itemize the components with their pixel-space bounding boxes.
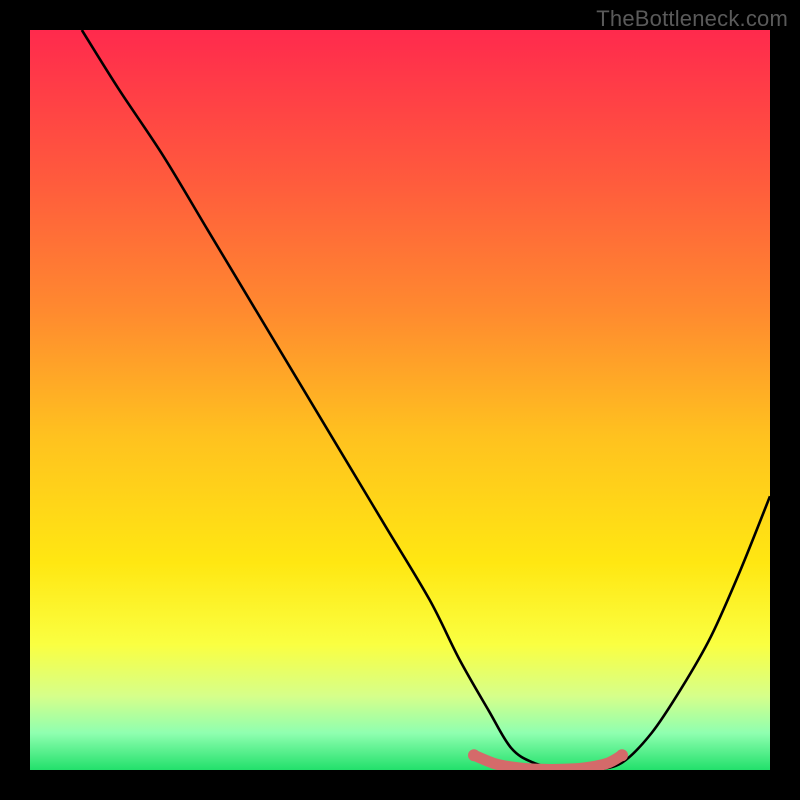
chart-frame: TheBottleneck.com bbox=[0, 0, 800, 800]
background-gradient bbox=[30, 30, 770, 770]
watermark-text: TheBottleneck.com bbox=[596, 6, 788, 32]
plot-area bbox=[30, 30, 770, 770]
